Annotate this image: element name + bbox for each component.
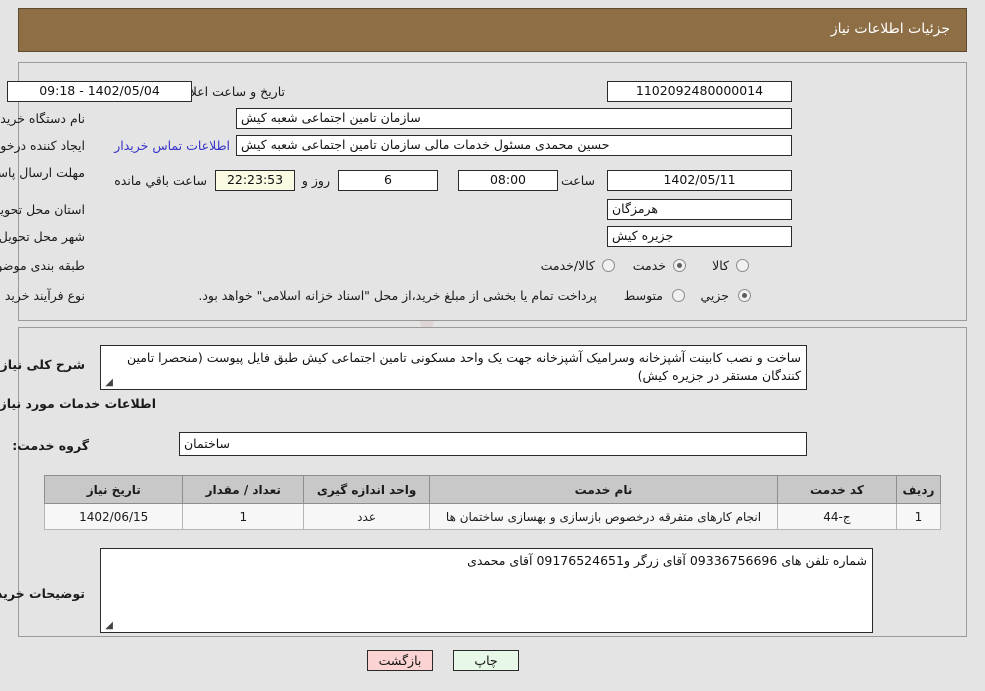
buyer-org-label: نام دستگاه خریدار: bbox=[0, 111, 85, 126]
city-label: شهر محل تحویل: bbox=[0, 229, 85, 244]
category-option-1-label: خدمت bbox=[632, 258, 666, 273]
cell-index: 1 bbox=[895, 503, 942, 530]
page-root: AriaTender.net جزئیات اطلاعات نیاز شماره… bbox=[0, 0, 985, 691]
city-field[interactable]: جزیره کیش bbox=[607, 226, 792, 247]
requester-label: ایجاد کننده درخواست: bbox=[0, 138, 85, 153]
category-radio-kala-khedmat[interactable] bbox=[602, 259, 615, 272]
services-table: ردیف کد خدمت نام خدمت واحد اندازه گیری ت… bbox=[43, 475, 942, 530]
cell-need-date: 1402/06/15 bbox=[43, 503, 184, 530]
category-radio-khedmat[interactable] bbox=[673, 259, 686, 272]
buyer-org-field[interactable]: سازمان تامین اجتماعی شعبه کیش bbox=[236, 108, 792, 129]
column-header-qty: تعداد / مقدار bbox=[182, 475, 305, 504]
description-label: شرح کلی نیاز: bbox=[0, 357, 85, 372]
purchase-type-option-1-label: متوسط bbox=[623, 288, 663, 303]
column-header-unit: واحد اندازه گیری bbox=[303, 475, 431, 504]
countdown-label: ساعت باقي مانده bbox=[114, 173, 207, 188]
column-header-code: کد خدمت bbox=[776, 475, 897, 504]
buyer-notes-label: توضیحات خریدار: bbox=[0, 586, 85, 601]
deadline-days-field[interactable]: 6 bbox=[338, 170, 438, 191]
need-number-field[interactable]: 1102092480000014 bbox=[607, 81, 792, 102]
cell-quantity: 1 bbox=[182, 503, 305, 530]
deadline-date-field[interactable]: 1402/05/11 bbox=[607, 170, 792, 191]
resize-grip-icon[interactable]: ◢ bbox=[103, 378, 113, 388]
category-option-0-label: کالا bbox=[712, 258, 729, 273]
services-section-title: اطلاعات خدمات مورد نیاز bbox=[0, 396, 156, 411]
category-radio-kala[interactable] bbox=[736, 259, 749, 272]
column-header-index: ردیف bbox=[895, 475, 942, 504]
cell-unit: عدد bbox=[303, 503, 431, 530]
page-title: جزئیات اطلاعات نیاز bbox=[830, 21, 950, 37]
countdown-field: 22:23:53 bbox=[215, 170, 295, 191]
table-row[interactable]: 1 ج-44 انجام کارهای متفرقه درخصوص بازساز… bbox=[43, 503, 942, 530]
buyer-contact-link[interactable]: اطلاعات تماس خریدار bbox=[114, 138, 230, 153]
purchase-type-radio-motavaset[interactable] bbox=[672, 289, 685, 302]
purchase-type-label: نوع فرآیند خرید : bbox=[0, 288, 85, 303]
province-field[interactable]: هرمزگان bbox=[607, 199, 792, 220]
category-option-2-label: کالا/خدمت bbox=[540, 258, 595, 273]
resize-grip-icon-2[interactable]: ◢ bbox=[103, 621, 113, 631]
back-button[interactable]: بازگشت bbox=[367, 650, 433, 671]
description-value: ساخت و نصب کابینت آشپزخانه وسرامیک آشپزخ… bbox=[126, 350, 801, 384]
deadline-hour-field[interactable]: 08:00 bbox=[458, 170, 558, 191]
cell-name: انجام کارهای متفرقه درخصوص بازسازی و بهس… bbox=[429, 503, 778, 530]
column-header-date: تاریخ نیاز bbox=[43, 475, 184, 504]
payment-note-text: پرداخت تمام یا بخشی از مبلغ خرید،از محل … bbox=[198, 288, 597, 303]
column-header-name: نام خدمت bbox=[429, 475, 778, 504]
service-group-label: گروه خدمت: bbox=[12, 438, 89, 453]
public-announce-field[interactable]: 1402/05/04 - 09:18 bbox=[7, 81, 192, 102]
purchase-type-option-0-label: جزیي bbox=[700, 288, 729, 303]
province-label: استان محل تحویل: bbox=[0, 202, 85, 217]
deadline-label: مهلت ارسال پاسخ: تا تاریخ: bbox=[0, 165, 85, 180]
purchase-type-radio-jozii[interactable] bbox=[738, 289, 751, 302]
service-group-field[interactable]: ساختمان bbox=[179, 432, 807, 456]
print-button[interactable]: چاپ bbox=[453, 650, 519, 671]
deadline-hour-label: ساعت bbox=[560, 173, 595, 188]
description-textarea[interactable]: ساخت و نصب کابینت آشپزخانه وسرامیک آشپزخ… bbox=[100, 345, 807, 390]
table-header-row: ردیف کد خدمت نام خدمت واحد اندازه گیری ت… bbox=[43, 475, 942, 504]
requester-field[interactable]: حسین محمدی مسئول خدمات مالی سازمان تامین… bbox=[236, 135, 792, 156]
cell-code: ج-44 bbox=[776, 503, 897, 530]
page-header-bar: جزئیات اطلاعات نیاز bbox=[18, 8, 967, 52]
category-label: طبقه بندی موضوعی: bbox=[0, 258, 85, 273]
deadline-days-label: روز و bbox=[301, 173, 330, 188]
buyer-notes-textarea[interactable]: شماره تلفن های 09336756696 آقای زرگر و09… bbox=[100, 548, 873, 633]
buyer-notes-value: شماره تلفن های 09336756696 آقای زرگر و09… bbox=[467, 553, 867, 568]
